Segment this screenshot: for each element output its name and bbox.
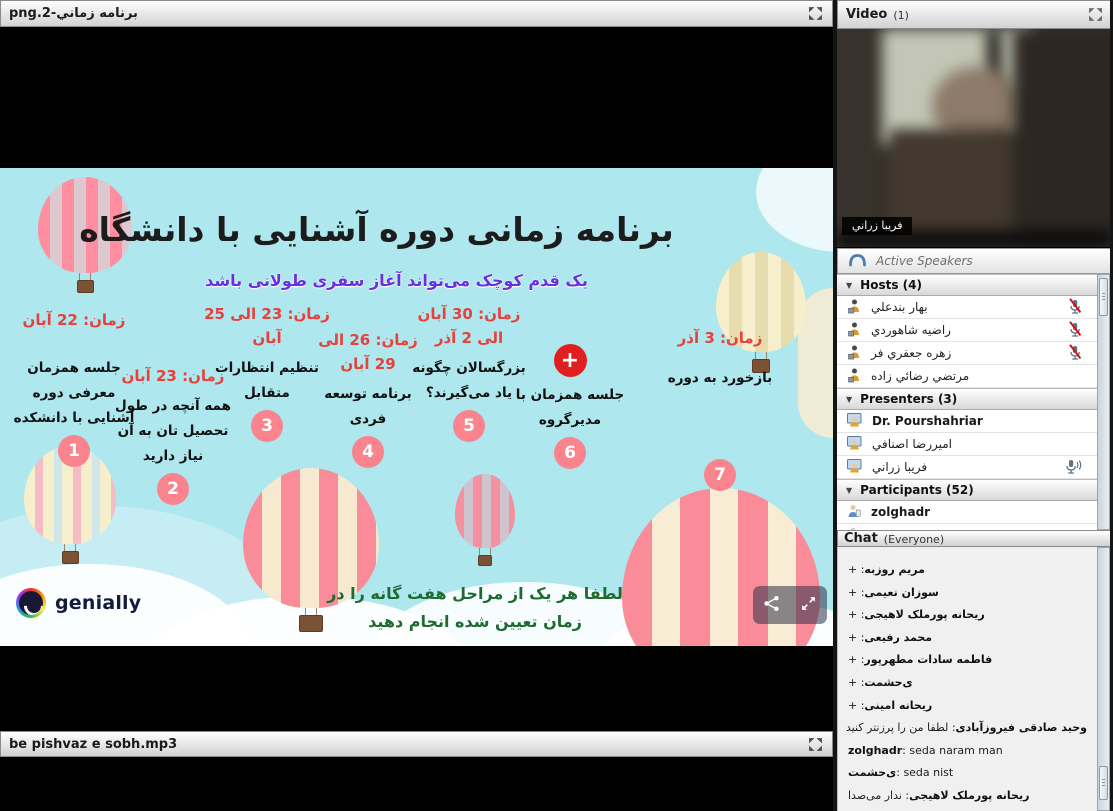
mic-active-icon[interactable] (1065, 458, 1082, 477)
participants-group-header[interactable]: ▼ Participants (52) (837, 479, 1097, 501)
attendee-row[interactable]: مرتضي رضائي زاده (837, 365, 1097, 388)
step-date: زمان: 3 آذر (648, 326, 792, 350)
share-pod-content: برنامه زمانی دوره آشنایی با دانشگاه یک ق… (0, 27, 833, 729)
attendees-scrollbar-thumb[interactable] (1099, 278, 1108, 316)
fullscreen-icon[interactable] (806, 6, 824, 22)
slide-subtitle: یک قدم کوچک می‌تواند آغاز سفری طولانی با… (100, 271, 693, 290)
step-text: بازخورد به دوره (648, 366, 792, 391)
audio-pod-header: be pishvaz e sobh.mp3 (0, 731, 833, 757)
expand-arrows-icon[interactable] (800, 595, 817, 616)
chat-scrollbar-thumb[interactable] (1099, 766, 1108, 800)
presenters-group-header[interactable]: ▼ Presenters (3) (837, 388, 1097, 410)
chat-message: ی‌حشمت: + (848, 672, 1087, 695)
step-number-badge: 7 (704, 459, 736, 491)
attendee-row[interactable]: zolghadr (837, 501, 1097, 524)
hosts-group-header[interactable]: ▼ Hosts (4) (837, 274, 1097, 296)
chat-message: محمد رفیعی: + (848, 627, 1087, 650)
mic-muted-icon[interactable] (1068, 344, 1082, 363)
attendee-row[interactable]: زهره جعفري فر (837, 342, 1097, 365)
step-number-badge: 1 (58, 435, 90, 467)
host-icon (846, 321, 862, 340)
chat-message: فاطمه سادات مطهرپور: + (848, 649, 1087, 672)
cloud (756, 168, 833, 252)
step-text: جلسه همزمان با مدیرگروه (508, 383, 632, 433)
hot-air-balloon (455, 474, 515, 566)
attendee-row[interactable]: اميررضا اصنافي (837, 433, 1097, 456)
chevron-down-icon[interactable]: ▼ (846, 395, 852, 404)
video-count-badge: (1) (893, 9, 909, 22)
genially-wordmark: genially (55, 592, 141, 614)
audio-pod-title: be pishvaz e sobh.mp3 (9, 737, 177, 752)
chat-message: ریحانه امینی: + (848, 695, 1087, 718)
chat-scrollbar[interactable] (1097, 547, 1110, 811)
attendee-row[interactable]: بهار بندعلي (837, 296, 1097, 319)
video-pod-title: Video (846, 7, 887, 22)
host-icon (846, 344, 862, 363)
genially-logo-icon (16, 588, 46, 618)
chat-message: وحید صادقی فیروزآبادی: لطفا من را پرزنتر… (848, 717, 1087, 740)
chat-message: ریحانه پورملک لاهیجی: ندار می‌صدا (848, 785, 1087, 808)
attendee-list: ▼ Hosts (4) بهار بندعلي راضيه شاهوردي زه… (837, 274, 1097, 530)
mic-muted-icon[interactable] (1068, 321, 1082, 340)
phone-icon (848, 252, 867, 270)
attendee-row[interactable]: راضيه شاهوردي (837, 319, 1097, 342)
webcam-name-label: فريبا زراني (842, 217, 912, 235)
timeline-step-6: + جلسه همزمان با مدیرگروه 6 (508, 344, 632, 469)
step-number-badge: 6 (554, 437, 586, 469)
slide-footer-note: لطفا هر یک از مراحل هفت گانه را در زمان … (322, 580, 628, 636)
chat-pod-header: Chat (Everyone) (837, 530, 1113, 547)
chat-message: سوزان نعیمی: + (848, 582, 1087, 605)
share-icon[interactable] (763, 595, 780, 616)
step-number-badge: 2 (157, 473, 189, 505)
attendee-row[interactable]: Dr. Pourshahriar (837, 410, 1097, 433)
timeline-step-7: زمان: 3 آذر بازخورد به دوره 7 (648, 326, 792, 491)
presenter-icon (846, 412, 863, 431)
dark-background (1013, 29, 1113, 244)
audio-pod-content (0, 757, 833, 811)
participant-icon (846, 503, 862, 522)
mic-muted-icon[interactable] (1068, 298, 1082, 317)
fullscreen-icon[interactable] (806, 736, 824, 752)
host-icon (846, 367, 862, 386)
share-pod-header: برنامه زماني-2.png (0, 0, 833, 27)
step-number-badge: 3 (251, 410, 283, 442)
active-speakers-bar: Active Speakers (837, 248, 1113, 274)
chat-message-list[interactable]: مریم روزبه: + سوزان نعیمی: + ریحانه پورم… (837, 547, 1097, 811)
chat-message: ریحانه پورملک لاهیجی: + (848, 604, 1087, 627)
presenter-icon (846, 458, 863, 477)
genially-branding[interactable]: genially (16, 588, 141, 618)
attendees-scrollbar[interactable] (1097, 274, 1110, 530)
slide-action-buttons (753, 586, 827, 624)
presenter-icon (846, 435, 863, 454)
active-speakers-label: Active Speakers (876, 254, 973, 268)
host-icon (846, 298, 862, 317)
plus-badge[interactable]: + (554, 344, 587, 377)
share-pod-title: برنامه زماني-2.png (9, 6, 138, 21)
fullscreen-icon[interactable] (1086, 7, 1104, 23)
step-date: زمان: 30 آبان الی 2 آذر (404, 302, 534, 350)
chat-message: zolghadr: seda naram man (848, 740, 1087, 763)
webcam-video[interactable]: فريبا زراني (837, 29, 1113, 247)
attendee-row[interactable]: فريبا زراني (837, 456, 1097, 479)
chat-scope-label: (Everyone) (884, 533, 944, 546)
step-date: زمان: 22 آبان (8, 308, 140, 332)
slide-title: برنامه زمانی دوره آشنایی با دانشگاه (40, 210, 713, 249)
presentation-slide[interactable]: برنامه زمانی دوره آشنایی با دانشگاه یک ق… (0, 168, 833, 646)
chat-pod-title: Chat (844, 531, 878, 546)
chat-message: ی‌حشمت: seda nist (848, 762, 1087, 785)
video-pod-header: Video (1) (837, 0, 1113, 29)
chevron-down-icon[interactable]: ▼ (846, 281, 852, 290)
chat-message: مریم روزبه: + (848, 559, 1087, 582)
step-number-badge: 4 (352, 436, 384, 468)
step-number-badge: 5 (453, 410, 485, 442)
chevron-down-icon[interactable]: ▼ (846, 486, 852, 495)
